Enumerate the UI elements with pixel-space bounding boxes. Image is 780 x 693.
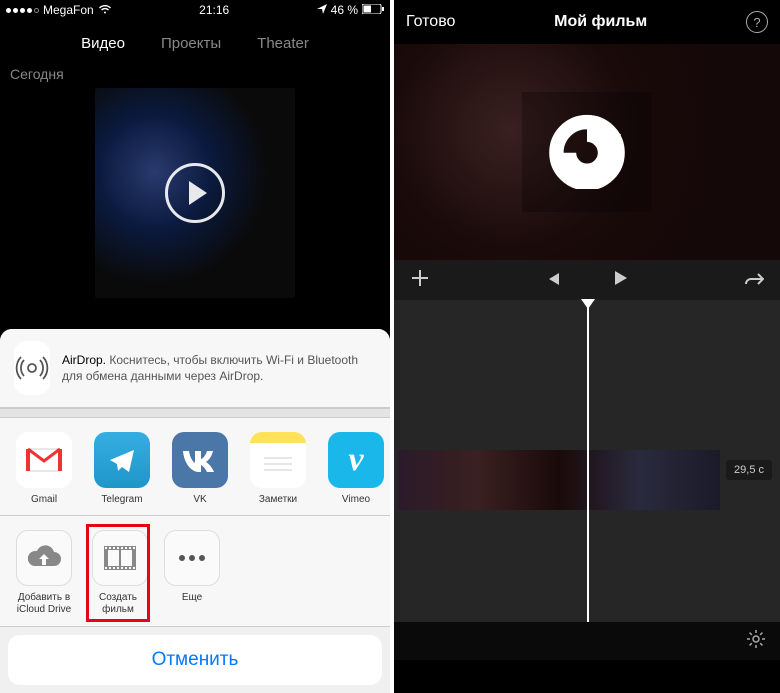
timeline[interactable]: 29,5 c [394, 300, 780, 660]
clock: 21:16 [199, 3, 229, 17]
action-create-movie[interactable]: Создать фильм [88, 526, 148, 620]
vk-icon [172, 432, 228, 488]
share-actions-row: Добавить в iCloud Drive Создать фильм Ещ… [0, 516, 390, 627]
bottom-toolbar [394, 622, 780, 660]
play-icon [165, 163, 225, 223]
signal-dots [6, 8, 39, 13]
playhead[interactable] [587, 300, 589, 622]
top-tabs: Видео Проекты Theater [0, 20, 390, 60]
tab-theater[interactable]: Theater [257, 35, 309, 52]
share-apps-row[interactable]: Gmail Telegram VK Заметки [0, 418, 390, 516]
battery-icon [362, 3, 384, 17]
play-button[interactable] [607, 270, 635, 291]
app-gmail[interactable]: Gmail [14, 432, 74, 505]
airdrop-row[interactable]: AirDrop. Коснитесь, чтобы включить Wi-Fi… [0, 329, 390, 408]
rotate-overlay [522, 92, 652, 212]
app-vk[interactable]: VK [170, 432, 230, 505]
tab-projects[interactable]: Проекты [161, 35, 221, 52]
app-telegram[interactable]: Telegram [92, 432, 152, 505]
settings-button[interactable] [746, 629, 766, 654]
help-button[interactable]: ? [746, 11, 768, 33]
airdrop-text: AirDrop. Коснитесь, чтобы включить Wi-Fi… [62, 352, 376, 384]
share-sheet: AirDrop. Коснитесь, чтобы включить Wi-Fi… [0, 329, 390, 693]
vimeo-icon: v [328, 432, 384, 488]
section-today: Сегодня [0, 60, 390, 88]
playback-controls [394, 260, 780, 300]
imovie-editor-screen: Готово Мой фильм ? 29,5 c [394, 0, 780, 693]
carrier-label: MegaFon [43, 3, 94, 17]
gmail-icon [16, 432, 72, 488]
time-badge: 29,5 c [726, 460, 772, 480]
skip-back-button[interactable] [539, 270, 567, 291]
more-icon [164, 530, 220, 586]
rotate-icon [542, 111, 632, 194]
action-more[interactable]: Еще [162, 530, 222, 616]
film-icon [92, 530, 148, 586]
status-bar: MegaFon 21:16 46 % [0, 0, 390, 20]
cancel-button[interactable]: Отменить [8, 635, 382, 685]
video-thumbnail[interactable] [95, 88, 295, 298]
done-button[interactable]: Готово [406, 13, 455, 31]
undo-button[interactable] [740, 270, 768, 291]
action-icloud[interactable]: Добавить в iCloud Drive [14, 530, 74, 616]
telegram-icon [94, 432, 150, 488]
app-notes[interactable]: Заметки [248, 432, 308, 505]
editor-header: Готово Мой фильм ? [394, 0, 780, 44]
project-title: Мой фильм [554, 13, 647, 31]
video-preview[interactable] [394, 44, 780, 260]
airdrop-icon [14, 341, 50, 395]
battery-label: 46 % [331, 3, 358, 17]
cloud-upload-icon [16, 530, 72, 586]
tab-video[interactable]: Видео [81, 35, 125, 52]
notes-icon [250, 432, 306, 488]
wifi-icon [98, 3, 112, 17]
app-vimeo[interactable]: v Vimeo [326, 432, 386, 505]
add-media-button[interactable] [406, 269, 434, 292]
video-clip[interactable] [398, 450, 720, 510]
location-icon [317, 3, 327, 17]
share-sheet-screen: MegaFon 21:16 46 % Видео Проекты Theater… [0, 0, 390, 693]
